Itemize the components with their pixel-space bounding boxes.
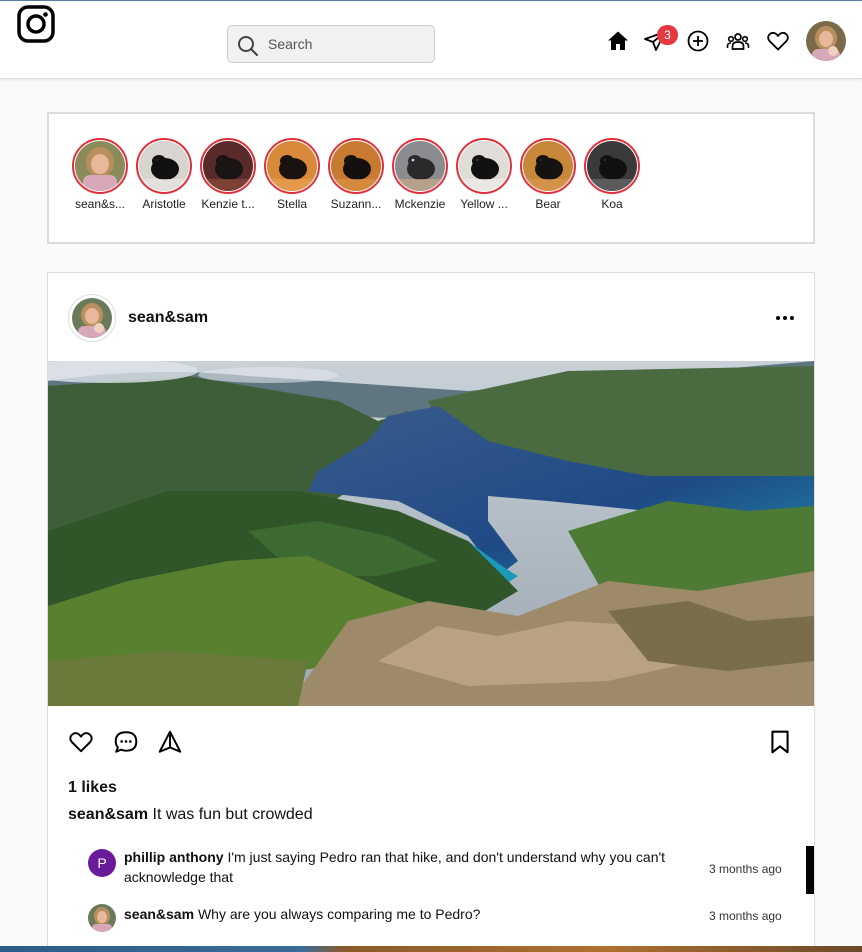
story-label: Suzann... [330, 197, 382, 211]
comment-icon[interactable] [113, 729, 139, 755]
story-avatar-ring[interactable] [136, 138, 192, 194]
story-avatar-ring[interactable] [520, 138, 576, 194]
comment-text: Why are you always comparing me to Pedro… [197, 906, 481, 922]
stories-bar: sean&s... Aristotle Kenzie t... Stella Suzan… [47, 112, 815, 244]
heart-icon[interactable] [766, 29, 790, 53]
story-avatar-ring[interactable] [72, 138, 128, 194]
comment-time: 3 months ago [709, 909, 782, 923]
top-navbar: 3 [0, 1, 862, 79]
bookmark-icon[interactable] [767, 729, 793, 755]
messages-badge: 3 [657, 25, 678, 45]
story-avatar [75, 141, 125, 191]
story-item[interactable]: Kenzie t... [199, 138, 257, 211]
comment-username[interactable]: phillip anthony [124, 849, 224, 865]
post-image[interactable] [48, 361, 814, 706]
story-avatar [267, 141, 317, 191]
instagram-logo-icon[interactable] [16, 4, 56, 44]
like-icon[interactable] [68, 729, 94, 755]
story-avatar [203, 141, 253, 191]
story-avatar [395, 141, 445, 191]
story-avatar-ring[interactable] [200, 138, 256, 194]
story-avatar-ring[interactable] [584, 138, 640, 194]
caption-text: It was fun but crowded [152, 806, 313, 823]
add-post-icon[interactable] [686, 29, 710, 53]
people-icon[interactable] [726, 29, 750, 53]
story-item[interactable]: Koa [583, 138, 641, 211]
story-item[interactable]: Yellow ... [455, 138, 513, 211]
desktop-background-strip [0, 946, 862, 952]
caption-username[interactable]: sean&sam [68, 806, 148, 823]
story-label: Kenzie t... [201, 197, 255, 211]
story-avatar [459, 141, 509, 191]
feed-post: sean&sam 1 likes sean&sam It was fun but… [47, 272, 815, 952]
home-icon[interactable] [606, 29, 630, 53]
post-author-avatar[interactable] [68, 294, 116, 342]
story-item[interactable]: sean&s... [71, 138, 129, 211]
search-box[interactable] [227, 25, 435, 63]
comment-item: P phillip anthony I'm just saying Pedro … [88, 847, 808, 891]
story-avatar-ring[interactable] [328, 138, 384, 194]
story-avatar [139, 141, 189, 191]
story-avatar [523, 141, 573, 191]
comment-time: 3 months ago [709, 862, 782, 876]
comment-avatar[interactable]: P [88, 849, 116, 877]
story-avatar-ring[interactable] [264, 138, 320, 194]
story-item[interactable]: Suzann... [327, 138, 385, 211]
comment-body: sean&sam Why are you always comparing me… [124, 904, 694, 924]
story-label: Bear [535, 197, 561, 211]
story-label: Aristotle [142, 197, 186, 211]
story-item[interactable]: Mckenzie [391, 138, 449, 211]
comments-scrollbar[interactable] [806, 846, 814, 894]
comment-username[interactable]: sean&sam [124, 906, 194, 922]
likes-count[interactable]: 1 likes [68, 779, 117, 797]
story-label: Yellow ... [460, 197, 508, 211]
story-item[interactable]: Bear [519, 138, 577, 211]
story-label: Koa [601, 197, 623, 211]
search-icon [238, 36, 259, 57]
story-label: Mckenzie [394, 197, 446, 211]
comment-avatar[interactable] [88, 904, 116, 932]
comment-body: phillip anthony I'm just saying Pedro ra… [124, 847, 694, 887]
search-input[interactable] [268, 33, 428, 55]
share-icon[interactable] [157, 729, 183, 755]
story-avatar-ring[interactable] [392, 138, 448, 194]
story-label: Stella [276, 197, 308, 211]
comment-item: sean&sam Why are you always comparing me… [88, 902, 808, 934]
profile-avatar[interactable] [806, 21, 846, 61]
post-caption: sean&sam It was fun but crowded [68, 806, 313, 824]
story-avatar [331, 141, 381, 191]
more-options-icon[interactable] [774, 308, 796, 328]
post-author-name[interactable]: sean&sam [128, 309, 208, 327]
story-item[interactable]: Aristotle [135, 138, 193, 211]
story-label: sean&s... [74, 197, 126, 211]
story-item[interactable]: Stella [263, 138, 321, 211]
story-avatar [587, 141, 637, 191]
story-avatar-ring[interactable] [456, 138, 512, 194]
